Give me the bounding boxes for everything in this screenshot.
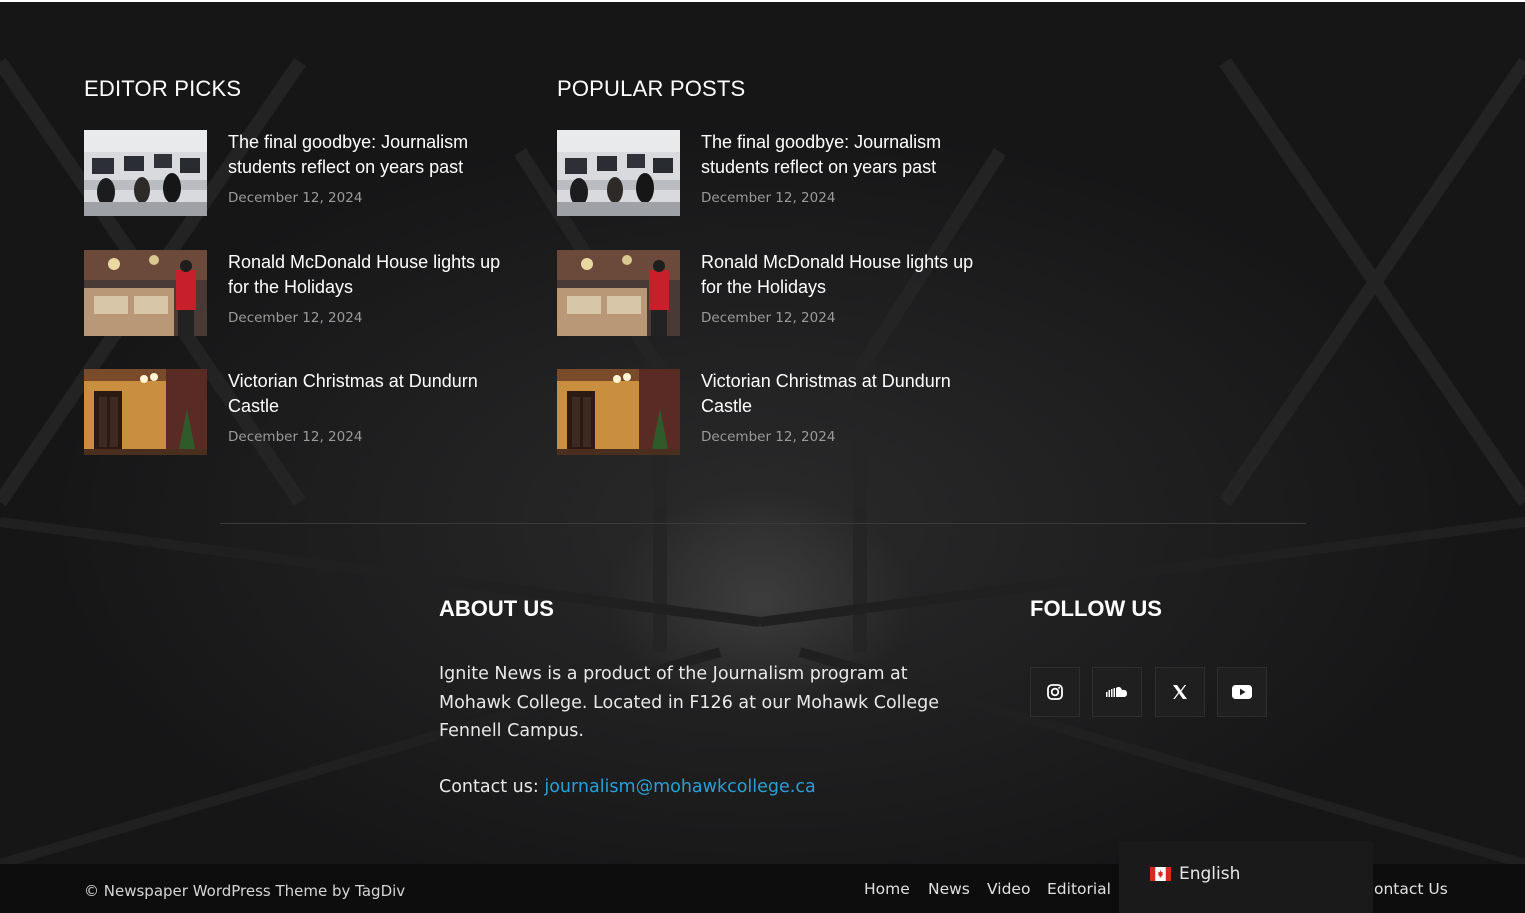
about-us-text: Ignite News is a product of the Journali… (439, 664, 940, 741)
post-date: December 12, 2024 (701, 429, 836, 445)
soundcloud-icon (1106, 686, 1127, 697)
copyright-text: © Newspaper WordPress Theme by TagDiv (84, 882, 406, 900)
editor-picks-title: EDITOR PICKS (84, 76, 242, 101)
popular-post-item[interactable]: The final goodbye: Journalism students r… (557, 130, 987, 220)
language-switcher[interactable]: English (1119, 841, 1373, 913)
post-thumbnail[interactable] (557, 250, 680, 336)
footer-menu-editorial[interactable]: Editorial (1047, 880, 1111, 898)
post-date: December 12, 2024 (228, 190, 363, 206)
post-date: December 12, 2024 (701, 190, 836, 206)
post-thumbnail[interactable] (84, 250, 207, 336)
popular-post-item[interactable]: Victorian Christmas at Dundurn Castle De… (557, 369, 987, 459)
post-title-link[interactable]: The final goodbye: Journalism students r… (228, 130, 518, 180)
language-label: English (1179, 864, 1241, 884)
editor-pick-item[interactable]: The final goodbye: Journalism students r… (84, 130, 514, 220)
post-title-link[interactable]: Victorian Christmas at Dundurn Castle (228, 369, 518, 419)
editor-pick-item[interactable]: Victorian Christmas at Dundurn Castle De… (84, 369, 514, 459)
footer-menu-contact-us[interactable]: ontact Us (1374, 880, 1448, 898)
canada-flag-icon (1150, 867, 1171, 881)
x-twitter-icon (1173, 685, 1187, 699)
post-thumbnail[interactable] (84, 369, 207, 455)
youtube-icon (1232, 685, 1252, 699)
post-thumbnail[interactable] (557, 130, 680, 216)
post-date: December 12, 2024 (228, 429, 363, 445)
post-title-link[interactable]: Ronald McDonald House lights up for the … (228, 250, 518, 300)
post-title-link[interactable]: The final goodbye: Journalism students r… (701, 130, 991, 180)
post-date: December 12, 2024 (701, 310, 836, 326)
post-title-link[interactable]: Victorian Christmas at Dundurn Castle (701, 369, 991, 419)
post-thumbnail[interactable] (557, 369, 680, 455)
instagram-button[interactable] (1030, 667, 1080, 717)
contact-email-link[interactable]: journalism@mohawkcollege.ca (544, 777, 815, 797)
post-date: December 12, 2024 (228, 310, 363, 326)
post-title-link[interactable]: Ronald McDonald House lights up for the … (701, 250, 991, 300)
soundcloud-button[interactable] (1092, 667, 1142, 717)
post-thumbnail[interactable] (84, 130, 207, 216)
footer-menu-home[interactable]: Home (864, 880, 910, 898)
x-twitter-button[interactable] (1155, 667, 1205, 717)
footer-menu-news[interactable]: News (928, 880, 970, 898)
editor-pick-item[interactable]: Ronald McDonald House lights up for the … (84, 250, 514, 340)
contact-label: Contact us: (439, 777, 545, 797)
popular-posts-title: POPULAR POSTS (557, 76, 746, 101)
section-divider (220, 523, 1306, 524)
youtube-button[interactable] (1217, 667, 1267, 717)
footer-menu-video[interactable]: Video (987, 880, 1030, 898)
instagram-icon (1047, 684, 1063, 700)
contact-line: Contact us: journalism@mohawkcollege.ca (439, 773, 816, 801)
follow-us-title: FOLLOW US (1030, 596, 1162, 621)
about-us-title: ABOUT US (439, 596, 554, 621)
popular-post-item[interactable]: Ronald McDonald House lights up for the … (557, 250, 987, 340)
